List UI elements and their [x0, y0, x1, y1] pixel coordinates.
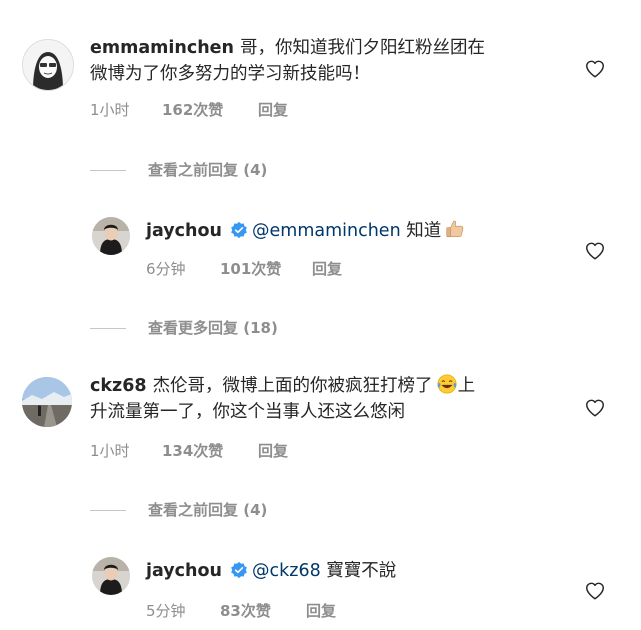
timestamp[interactable]: 1小时 — [90, 99, 130, 120]
view-replies-label[interactable]: 查看之前回复 (4) — [148, 501, 267, 519]
heart-outline-icon[interactable] — [584, 397, 606, 419]
comment-text: emmaminchen 哥，你知道我们夕阳红粉丝团在 微博为了你多努力的学习新技能… — [90, 35, 550, 87]
timestamp[interactable]: 6分钟 — [146, 258, 186, 279]
avatar-jaychou[interactable] — [92, 557, 130, 595]
likes-count[interactable]: 162次赞 — [162, 99, 223, 120]
avatar-jaychou-image — [92, 217, 130, 255]
comment-body-line1: 哥，你知道我们夕阳红粉丝团在 — [240, 38, 485, 58]
comment-emmaminchen: emmaminchen 哥，你知道我们夕阳红粉丝团在 微博为了你多努力的学习新技能… — [0, 0, 641, 140]
tears-of-joy-emoji — [437, 374, 457, 394]
reply-button[interactable]: 回复 — [258, 99, 288, 120]
avatar-emmaminchen[interactable] — [22, 39, 74, 91]
heart-outline-icon[interactable] — [584, 58, 606, 80]
reply-body: 寶寶不說 — [326, 561, 397, 581]
view-previous-replies[interactable]: 查看之前回复 (4) — [90, 159, 267, 180]
comment-ckz68: ckz68 杰伦哥，微博上面的你被疯狂打榜了 上 升流量第一了，你这个当事人还这么悠… — [0, 360, 641, 480]
comment-body-line1: 杰伦哥，微博上面的你被疯狂打榜了 — [152, 376, 433, 396]
thread-divider — [90, 328, 126, 329]
reply-text: jaychou @ckz68 寶寶不說 — [146, 558, 566, 584]
avatar-jaychou[interactable] — [92, 217, 130, 255]
reply-button[interactable]: 回复 — [258, 440, 288, 461]
verified-badge-icon — [231, 221, 247, 239]
view-replies-label[interactable]: 查看更多回复 (18) — [148, 319, 278, 337]
likes-count[interactable]: 134次赞 — [162, 440, 223, 461]
thread-divider — [90, 170, 126, 171]
reply-jaychou-1: jaychou @emmaminchen 知道 6分钟 101次赞 回复 — [0, 200, 641, 280]
heart-outline-icon[interactable] — [584, 240, 606, 262]
reply-body: 知道 — [406, 221, 442, 241]
verified-badge-icon — [231, 561, 247, 579]
reply-jaychou-2: jaychou @ckz68 寶寶不說 5分钟 83次赞 回复 — [0, 540, 641, 630]
view-more-replies[interactable]: 查看更多回复 (18) — [90, 317, 278, 338]
comment-body-line2: 微博为了你多努力的学习新技能吗！ — [90, 64, 370, 84]
comment-body-line1-end: 上 — [457, 376, 476, 396]
timestamp[interactable]: 1小时 — [90, 440, 130, 461]
thumbs-up-emoji — [446, 220, 464, 238]
username-link[interactable]: ckz68 — [90, 376, 147, 396]
comment-body-line2: 升流量第一了，你这个当事人还这么悠闲 — [90, 402, 405, 422]
username-link[interactable]: jaychou — [146, 561, 222, 581]
heart-outline-icon[interactable] — [584, 580, 606, 602]
mention-link[interactable]: @emmaminchen — [252, 221, 401, 241]
avatar-ckz68-image — [22, 377, 72, 427]
reply-text: jaychou @emmaminchen 知道 — [146, 218, 566, 244]
comment-text: ckz68 杰伦哥，微博上面的你被疯狂打榜了 上 升流量第一了，你这个当事人还这么悠… — [90, 373, 560, 425]
view-replies-label[interactable]: 查看之前回复 (4) — [148, 161, 267, 179]
likes-count[interactable]: 83次赞 — [220, 600, 271, 621]
reply-button[interactable]: 回复 — [306, 600, 336, 621]
reply-button[interactable]: 回复 — [312, 258, 342, 279]
timestamp[interactable]: 5分钟 — [146, 600, 186, 621]
avatar-jaychou-image — [92, 557, 130, 595]
thread-divider — [90, 510, 126, 511]
username-link[interactable]: jaychou — [146, 221, 222, 241]
view-previous-replies[interactable]: 查看之前回复 (4) — [90, 499, 267, 520]
avatar-ckz68[interactable] — [22, 377, 72, 427]
mention-link[interactable]: @ckz68 — [252, 561, 321, 581]
username-link[interactable]: emmaminchen — [90, 38, 234, 58]
likes-count[interactable]: 101次赞 — [220, 258, 281, 279]
avatar-emmaminchen-image — [23, 40, 73, 90]
